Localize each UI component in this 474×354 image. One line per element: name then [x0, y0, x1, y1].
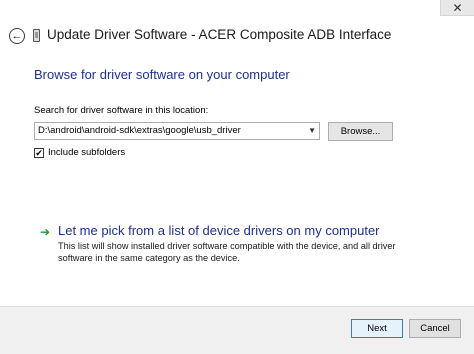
search-location-label: Search for driver software in this locat… — [34, 105, 209, 116]
next-button[interactable]: Next — [351, 319, 403, 338]
driver-path-value: D:\android\android-sdk\extras\google\usb… — [38, 125, 241, 136]
driver-path-combobox[interactable]: D:\android\android-sdk\extras\google\usb… — [34, 122, 320, 140]
dialog-content: Browse for driver software on your compu… — [0, 52, 474, 306]
device-icon — [33, 29, 40, 42]
back-button[interactable]: ← — [9, 28, 25, 44]
include-subfolders-label[interactable]: Include subfolders — [48, 147, 125, 158]
chevron-down-icon[interactable]: ▼ — [308, 123, 316, 139]
update-driver-dialog: ✕ ← Update Driver Software - ACER Compos… — [0, 0, 474, 354]
cancel-button[interactable]: Cancel — [409, 319, 461, 338]
pick-driver-link[interactable]: Let me pick from a list of device driver… — [58, 223, 380, 238]
green-arrow-icon: ➔ — [40, 225, 51, 239]
dialog-header: ✕ ← Update Driver Software - ACER Compos… — [0, 0, 474, 52]
footer-divider — [0, 306, 474, 307]
back-arrow-icon: ← — [11, 30, 23, 42]
page-heading: Browse for driver software on your compu… — [34, 67, 290, 82]
close-button[interactable]: ✕ — [440, 0, 474, 16]
checkmark-icon: ✔ — [35, 148, 43, 158]
dialog-title: Update Driver Software - ACER Composite … — [47, 27, 392, 42]
close-icon: ✕ — [452, 0, 463, 15]
pick-driver-description: This list will show installed driver sof… — [58, 241, 396, 263]
include-subfolders-checkbox[interactable]: ✔ — [34, 148, 44, 158]
browse-button[interactable]: Browse... — [328, 122, 393, 141]
